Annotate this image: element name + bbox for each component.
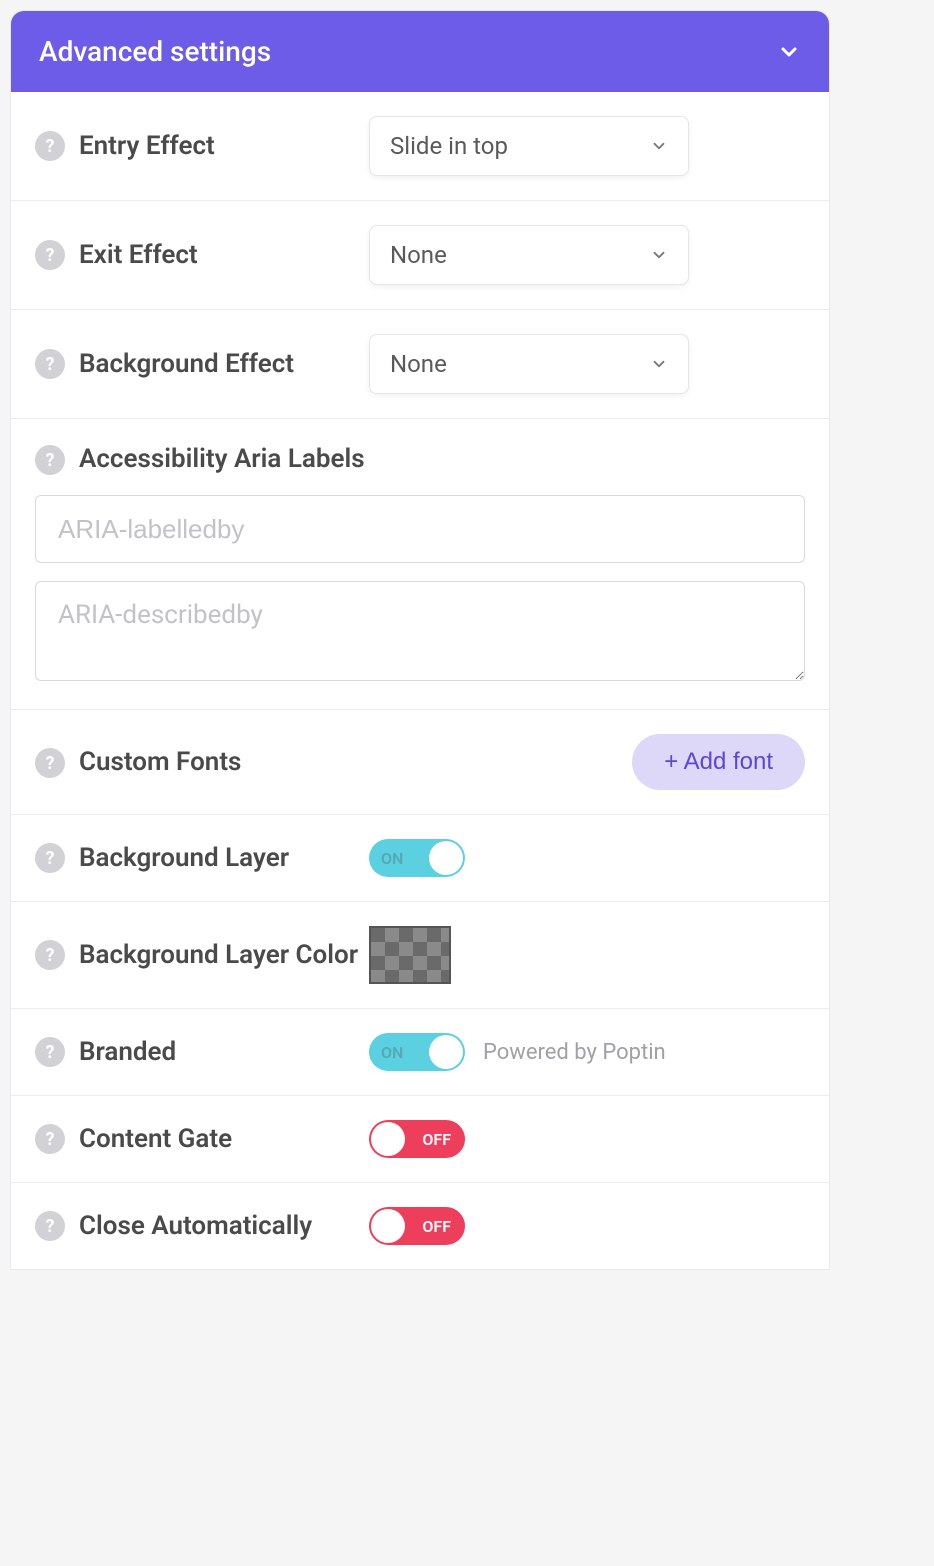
- help-icon[interactable]: ?: [35, 1037, 65, 1067]
- exit-effect-value: None: [390, 241, 447, 269]
- aria-labelledby-input[interactable]: [35, 495, 805, 563]
- close-automatically-toggle[interactable]: OFF: [369, 1207, 465, 1245]
- chevron-down-icon: [650, 355, 668, 373]
- advanced-settings-panel: Advanced settings ? Entry Effect Slide i…: [10, 10, 830, 1270]
- branded-toggle[interactable]: ON: [369, 1033, 465, 1071]
- close-automatically-label: Close Automatically: [79, 1211, 312, 1241]
- aria-describedby-input[interactable]: [35, 581, 805, 681]
- exit-effect-dropdown[interactable]: None: [369, 225, 689, 285]
- custom-fonts-row: ? Custom Fonts + Add font: [11, 710, 829, 815]
- branded-label: Branded: [79, 1037, 176, 1067]
- branded-row: ? Branded ON Powered by Poptin: [11, 1009, 829, 1096]
- background-layer-row: ? Background Layer ON: [11, 815, 829, 902]
- chevron-down-icon: [777, 40, 801, 64]
- help-icon[interactable]: ?: [35, 1211, 65, 1241]
- toggle-knob: [429, 1035, 463, 1069]
- background-layer-label: Background Layer: [79, 843, 289, 873]
- toggle-state-label: OFF: [422, 1217, 451, 1236]
- toggle-state-label: ON: [381, 1043, 403, 1062]
- background-layer-color-swatch[interactable]: [369, 926, 451, 984]
- background-layer-color-row: ? Background Layer Color: [11, 902, 829, 1009]
- background-layer-toggle[interactable]: ON: [369, 839, 465, 877]
- chevron-down-icon: [650, 137, 668, 155]
- help-icon[interactable]: ?: [35, 748, 65, 778]
- help-icon[interactable]: ?: [35, 131, 65, 161]
- exit-effect-label: Exit Effect: [79, 240, 198, 270]
- background-effect-row: ? Background Effect None: [11, 310, 829, 419]
- toggle-knob: [371, 1122, 405, 1156]
- help-icon[interactable]: ?: [35, 843, 65, 873]
- accessibility-label: Accessibility Aria Labels: [79, 444, 365, 474]
- add-font-button[interactable]: + Add font: [632, 734, 805, 790]
- toggle-knob: [429, 841, 463, 875]
- toggle-state-label: OFF: [422, 1130, 451, 1149]
- toggle-state-label: ON: [381, 849, 403, 868]
- custom-fonts-label: Custom Fonts: [79, 747, 241, 777]
- help-icon[interactable]: ?: [35, 940, 65, 970]
- content-gate-row: ? Content Gate OFF: [11, 1096, 829, 1183]
- chevron-down-icon: [650, 246, 668, 264]
- exit-effect-row: ? Exit Effect None: [11, 201, 829, 310]
- content-gate-toggle[interactable]: OFF: [369, 1120, 465, 1158]
- background-layer-color-label: Background Layer Color: [79, 940, 358, 970]
- background-effect-dropdown[interactable]: None: [369, 334, 689, 394]
- content-gate-label: Content Gate: [79, 1124, 232, 1154]
- help-icon[interactable]: ?: [35, 1124, 65, 1154]
- help-icon[interactable]: ?: [35, 349, 65, 379]
- accessibility-row: ? Accessibility Aria Labels: [11, 419, 829, 710]
- toggle-knob: [371, 1209, 405, 1243]
- entry-effect-label: Entry Effect: [79, 131, 215, 161]
- panel-title: Advanced settings: [39, 35, 271, 68]
- branded-hint: Powered by Poptin: [483, 1040, 666, 1065]
- close-automatically-row: ? Close Automatically OFF: [11, 1183, 829, 1269]
- background-effect-label: Background Effect: [79, 349, 294, 379]
- help-icon[interactable]: ?: [35, 240, 65, 270]
- entry-effect-dropdown[interactable]: Slide in top: [369, 116, 689, 176]
- panel-header[interactable]: Advanced settings: [11, 11, 829, 92]
- help-icon[interactable]: ?: [35, 445, 65, 475]
- background-effect-value: None: [390, 350, 447, 378]
- entry-effect-value: Slide in top: [390, 132, 508, 160]
- entry-effect-row: ? Entry Effect Slide in top: [11, 92, 829, 201]
